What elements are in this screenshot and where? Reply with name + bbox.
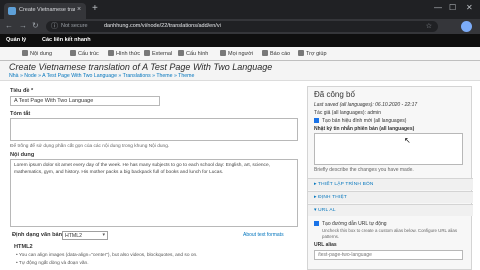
url-alias-input[interactable]: /test-page-two-language: [314, 250, 463, 260]
url-alias-label: URL alias: [314, 242, 337, 248]
browser-toolbar: ← → ↻ ⓘ Not secure danhhung.com/vi/node/…: [0, 19, 480, 34]
breadcrumb[interactable]: Nhà » Node » A Test Page With Two Langua…: [9, 73, 194, 79]
bookmark-star-icon[interactable]: ☆: [426, 22, 432, 31]
details-label: ▾ URL AL: [314, 208, 336, 213]
text-format-label: Định dạng văn bản: [12, 232, 63, 238]
auto-alias-checkbox[interactable]: [314, 221, 319, 226]
drupal-favicon-icon: [8, 7, 16, 15]
tray-item-config[interactable]: Cấu hình: [178, 50, 208, 57]
author-info: Tác giả (all languages): admin: [314, 110, 381, 116]
meta-sidebar: Đã công bố Last saved (all languages): 0…: [307, 86, 473, 270]
tray-item-people[interactable]: Mọi người: [220, 50, 253, 57]
back-icon[interactable]: ←: [5, 21, 13, 31]
about-text-formats-link[interactable]: About text formats: [243, 232, 284, 238]
help-item: • You can align images (data-align="cent…: [16, 253, 198, 258]
text-format-select[interactable]: HTML2 ▾: [62, 231, 108, 240]
not-secure-label: Not secure: [61, 23, 88, 29]
new-revision-checkbox[interactable]: [314, 118, 319, 123]
appearance-icon: [108, 50, 114, 56]
body-label: Nội dung: [10, 152, 35, 158]
help-icon: [298, 50, 304, 56]
new-tab-icon[interactable]: +: [92, 3, 98, 15]
details-definition[interactable]: ▸ ĐỊNH THIỆT: [308, 191, 473, 203]
help-heading: HTML2: [14, 244, 33, 250]
browser-tab-strip: Create Vietnamese translation × + — ☐ ✕: [0, 0, 480, 19]
details-url-alias[interactable]: ▾ URL AL: [308, 204, 473, 216]
new-revision-label: Tạo bản hiệu đính mới (all languages): [322, 118, 407, 124]
tray-item-appearance[interactable]: Hình thức: [108, 50, 140, 57]
profile-avatar[interactable]: [461, 21, 472, 32]
admin-tray: Nội dung Cấu trúc Hình thức External Cấu…: [0, 47, 480, 61]
tray-item-external[interactable]: External: [144, 50, 172, 57]
reports-icon: [262, 50, 268, 56]
toolbar-manage[interactable]: Quản lý: [6, 37, 26, 43]
forward-icon[interactable]: →: [19, 21, 27, 31]
revision-log-description: Briefly describe the changes you have ma…: [314, 167, 414, 173]
mouse-cursor-icon: ↖: [404, 136, 411, 145]
auto-alias-description: Uncheck this box to create a custom alia…: [322, 228, 458, 239]
tray-item-content[interactable]: Nội dung: [22, 50, 52, 57]
page-title: Create Vietnamese translation of A Test …: [9, 62, 273, 72]
toolbar-shortcuts[interactable]: Các liên kết nhanh: [42, 37, 91, 43]
close-window-icon[interactable]: ✕: [466, 3, 473, 13]
admin-toolbar: Quản lý Các liên kết nhanh: [0, 34, 480, 47]
address-bar[interactable]: ⓘ Not secure danhhung.com/vi/node/22/tra…: [46, 21, 438, 32]
minimize-icon[interactable]: —: [434, 3, 442, 13]
people-icon: [220, 50, 226, 56]
summary-label: Tóm tắt: [10, 111, 31, 117]
help-item: • Tự động ngắt dòng và đoạn văn.: [16, 261, 89, 266]
body-editor[interactable]: Lorem ipsum dolor sit amet every day of …: [10, 159, 298, 227]
details-layout[interactable]: ▸ THIẾT LẬP TRÌNH BÓN: [308, 178, 473, 190]
chevron-down-icon: ▾: [102, 232, 105, 238]
summary-description: Để trống để sử dụng phần cắt gọn của các…: [10, 144, 170, 149]
summary-textarea[interactable]: [10, 118, 298, 141]
last-saved: Last saved (all languages): 06.10.2020 -…: [314, 102, 418, 108]
maximize-icon[interactable]: ☐: [449, 3, 456, 13]
auto-alias-label: Tạo đường dẫn URL tự động: [322, 221, 387, 227]
url-text[interactable]: danhhung.com/vi/node/22/translations/add…: [104, 23, 221, 29]
details-label: ▸ THIẾT LẬP TRÌNH BÓN: [314, 182, 374, 187]
structure-icon: [70, 50, 76, 56]
revision-log-label: Nhật ký tin nhắn phiên bản (all language…: [314, 126, 415, 132]
text-format-value: HTML2: [65, 233, 83, 239]
content-icon: [22, 50, 28, 56]
title-label: Tiêu đề *: [10, 88, 34, 94]
revision-log-textarea[interactable]: [314, 133, 463, 165]
external-icon: [144, 50, 150, 56]
details-label: ▸ ĐỊNH THIỆT: [314, 195, 347, 200]
config-icon: [178, 50, 184, 56]
tray-item-help[interactable]: Trợ giúp: [298, 50, 327, 57]
tray-item-structure[interactable]: Cấu trúc: [70, 50, 99, 57]
info-icon[interactable]: ⓘ: [51, 22, 58, 31]
body-text: Lorem ipsum dolor sit amet every day of …: [14, 163, 270, 175]
tray-item-reports[interactable]: Báo cáo: [262, 50, 290, 57]
tab-close-icon[interactable]: ×: [77, 6, 81, 14]
screen: Create Vietnamese translation × + — ☐ ✕ …: [0, 0, 480, 270]
reload-icon[interactable]: ↻: [32, 21, 39, 31]
title-input[interactable]: A Test Page With Two Language: [10, 96, 160, 106]
publish-status: Đã công bố: [314, 90, 355, 99]
browser-tab[interactable]: Create Vietnamese translation ×: [4, 3, 86, 19]
tab-title: Create Vietnamese translation: [19, 7, 75, 13]
